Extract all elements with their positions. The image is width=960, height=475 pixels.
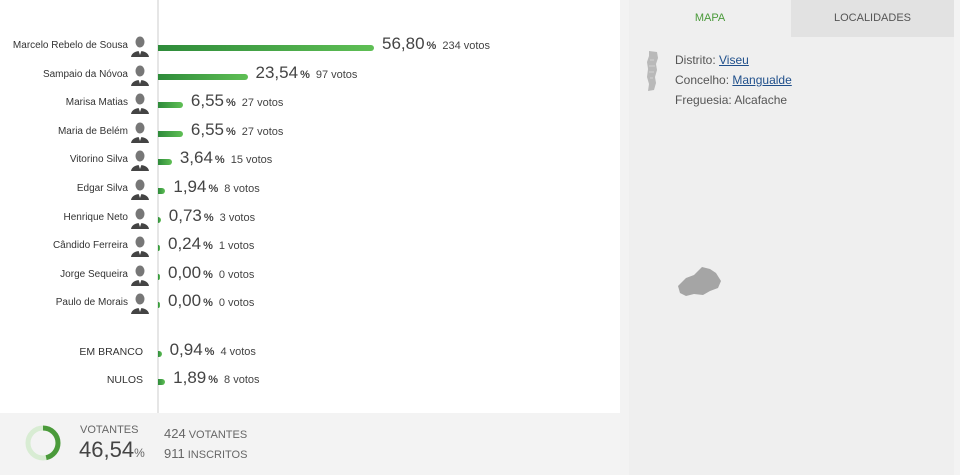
municipality-link[interactable]: Mangualde <box>732 73 791 87</box>
null-votes-row-name: NULOS <box>106 374 143 386</box>
candidate-avatar-icon <box>131 236 149 258</box>
tab-places[interactable]: LOCALIDADES <box>791 0 954 37</box>
district-info: Distrito: Viseu <box>675 53 749 67</box>
candidate-row-bar <box>158 159 172 166</box>
side-panel <box>629 0 954 475</box>
null-votes-row-bar <box>158 379 166 385</box>
voters-count: 424 VOTANTES <box>164 426 248 441</box>
results-section: Marcelo Rebelo de Sousa 56,80% 234 votos Sa… <box>0 0 620 475</box>
candidate-row: Paulo de Morais 0,00% 0 votos <box>0 290 620 318</box>
candidate-row: Sampaio da Nóvoa 23,54% 97 votos <box>0 62 620 90</box>
candidate-avatar-icon <box>131 179 149 200</box>
candidate-row-name: Marcelo Rebelo de Sousa <box>12 40 128 51</box>
candidate-row-name: Jorge Sequeira <box>60 268 128 280</box>
candidate-row-bar <box>158 45 374 51</box>
candidate-avatar-icon <box>131 36 149 57</box>
candidate-row: Marcelo Rebelo de Sousa 56,80% 234 votos <box>0 33 620 61</box>
null-votes-row-result: 1,89% 8 votos <box>173 368 260 387</box>
candidate-row-result: 23,54% 97 votos <box>255 62 358 82</box>
blank-votes-row-name: EM BRANCO <box>79 346 143 358</box>
blank-votes-row-bar <box>158 351 162 357</box>
candidate-row-result: 3,64% 15 votos <box>179 148 273 168</box>
candidate-row-bar <box>158 273 160 280</box>
candidate-avatar-icon <box>131 122 149 143</box>
candidate-row-result: 0,73% 3 votos <box>168 205 256 225</box>
candidate-row-name: Marisa Matias <box>65 97 128 109</box>
parish-info: Freguesia: Alcafache <box>675 93 788 107</box>
candidate-row-bar <box>158 302 160 309</box>
candidate-row: Marisa Matias 6,55% 27 votos <box>0 90 620 118</box>
candidate-row: Henrique Neto 0,73% 3 votos <box>0 205 620 233</box>
candidate-row-bar <box>158 130 183 137</box>
candidate-row-bar <box>158 216 161 223</box>
candidate-row-bar <box>158 245 160 252</box>
candidate-avatar-icon <box>131 93 149 115</box>
candidate-row-bar <box>158 102 183 109</box>
null-votes-row: NULOS 1,89% 8 votos <box>0 367 620 395</box>
candidate-row-result: 6,55% 27 votos <box>190 91 284 111</box>
candidate-avatar-icon <box>131 150 149 172</box>
candidate-row: Cândido Ferreira 0,24% 1 votos <box>0 233 620 261</box>
turnout-donut <box>25 425 61 461</box>
candidate-avatar-icon <box>131 208 149 229</box>
candidate-row-name: Sampaio da Nóvoa <box>42 68 128 80</box>
candidate-row-result: 0,24% 1 votos <box>168 234 255 254</box>
district-link[interactable]: Viseu <box>719 53 749 67</box>
candidate-avatar-icon <box>131 293 149 315</box>
candidate-row-result: 0,00% 0 votos <box>168 291 255 311</box>
tab-map[interactable]: MAPA <box>629 0 791 37</box>
candidate-row-name: Cândido Ferreira <box>52 240 128 252</box>
municipality-info: Concelho: Mangualde <box>675 73 792 87</box>
candidate-row: Edgar Silva 1,94% 8 votos <box>0 176 620 204</box>
candidate-row: Vitorino Silva 3,64% 15 votos <box>0 147 620 175</box>
turnout-percent: 46,54% <box>79 437 145 462</box>
blank-votes-row-result: 0,94% 4 votos <box>169 340 256 359</box>
candidate-row-result: 6,55% 27 votos <box>190 119 284 139</box>
candidate-row-name: Maria de Belém <box>57 125 128 137</box>
candidate-row: Jorge Sequeira 0,00% 0 votos <box>0 262 620 290</box>
candidate-row-name: Edgar Silva <box>76 183 128 194</box>
results-panel: Marcelo Rebelo de Sousa 56,80% 234 votos Sa… <box>0 0 620 413</box>
blank-votes-row: EM BRANCO 0,94% 4 votos <box>0 339 620 367</box>
candidate-avatar-icon <box>131 65 149 86</box>
candidate-avatar-icon <box>131 265 149 286</box>
candidate-row-result: 56,80% 234 votos <box>382 34 491 53</box>
candidate-row: Maria de Belém 6,55% 27 votos <box>0 119 620 147</box>
turnout-label: VOTANTES <box>80 424 139 436</box>
candidate-row-name: Henrique Neto <box>63 211 128 223</box>
candidate-row-result: 0,00% 0 votos <box>168 262 255 282</box>
portugal-map-icon <box>647 51 658 91</box>
candidate-row-bar <box>158 73 248 80</box>
parish-map-shape[interactable] <box>676 264 724 298</box>
candidate-row-name: Vitorino Silva <box>69 154 128 166</box>
candidate-row-result: 1,94% 8 votos <box>173 177 260 196</box>
candidate-row-bar <box>158 188 166 194</box>
candidate-row-name: Paulo de Morais <box>55 297 128 309</box>
registered-count: 911 INSCRITOS <box>164 446 248 461</box>
